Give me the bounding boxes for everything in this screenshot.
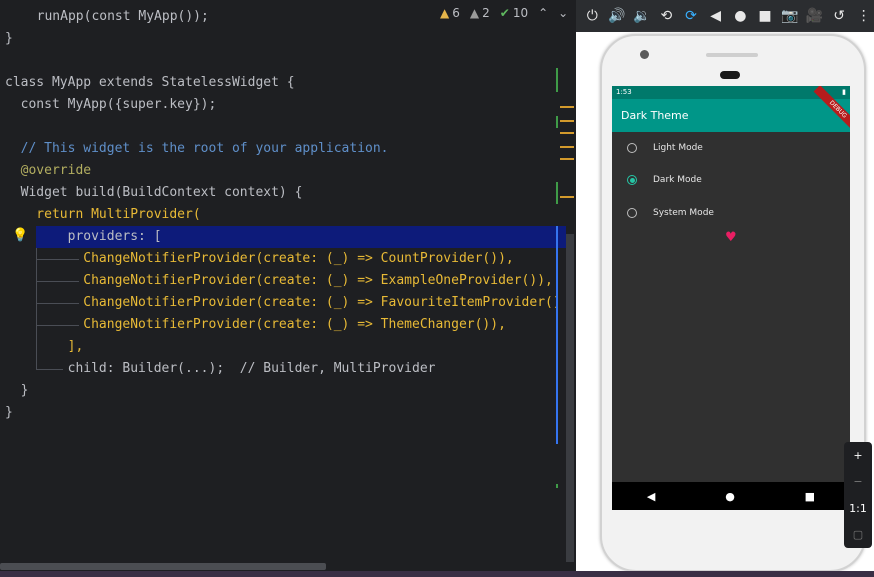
code-line[interactable]: ChangeNotifierProvider(create: (_) => Ex… bbox=[0, 270, 575, 292]
back-icon[interactable]: ◀ bbox=[705, 5, 726, 27]
indent-guide bbox=[37, 303, 79, 304]
radio-label: Light Mode bbox=[653, 143, 703, 153]
code-line[interactable]: const MyApp({super.key}); bbox=[0, 94, 575, 116]
code-line[interactable]: ChangeNotifierProvider(create: (_) => Fa… bbox=[0, 292, 575, 314]
radio-dark-mode[interactable]: Dark Mode bbox=[612, 164, 850, 196]
record-icon[interactable]: 🎥 bbox=[804, 5, 825, 27]
more-icon[interactable]: ⋮ bbox=[853, 5, 874, 27]
front-camera bbox=[640, 50, 649, 59]
code-line[interactable]: ChangeNotifierProvider(create: (_) => Co… bbox=[0, 248, 575, 270]
volume-up-icon[interactable]: 🔊 bbox=[607, 5, 628, 27]
rotate-left-icon[interactable]: ⟲ bbox=[656, 5, 677, 27]
radio-button[interactable] bbox=[627, 175, 637, 185]
bottom-strip bbox=[0, 571, 874, 577]
horizontal-scrollbar[interactable] bbox=[0, 562, 575, 571]
indent-guide bbox=[37, 325, 79, 326]
code-line[interactable]: class MyApp extends StatelessWidget { bbox=[0, 72, 575, 94]
radio-button[interactable] bbox=[627, 143, 637, 153]
change-marker[interactable] bbox=[556, 484, 558, 488]
indent-guide bbox=[37, 281, 79, 282]
code-comment: // This widget is the root of your appli… bbox=[5, 141, 389, 156]
code-line[interactable]: child: Builder(...); // Builder, MultiPr… bbox=[0, 358, 575, 380]
code-line[interactable]: return MultiProvider( bbox=[0, 204, 575, 226]
code-line[interactable]: ChangeNotifierProvider(create: (_) => Th… bbox=[0, 314, 575, 336]
speaker-grille bbox=[706, 53, 758, 57]
error-stripe-mark[interactable] bbox=[560, 196, 574, 198]
zoom-controls: + − 1:1 ▢ bbox=[844, 442, 872, 548]
emulator-panel: ⏻ 🔊 🔉 ⟲ ⟳ ◀ ● ■ 📷 🎥 ↺ ⋮ 1:53 ▮ Dark Them… bbox=[576, 0, 874, 572]
device-screen[interactable]: 1:53 ▮ Dark Theme DEBUG Light Mode Dark … bbox=[612, 86, 850, 510]
overview-icon[interactable]: ■ bbox=[755, 5, 776, 27]
code-line[interactable]: Widget build(BuildContext context) { bbox=[0, 182, 575, 204]
indent-guide bbox=[36, 248, 37, 370]
zoom-in-button[interactable]: + bbox=[848, 449, 868, 462]
zoom-out-button[interactable]: − bbox=[848, 475, 868, 488]
code-line[interactable]: runApp(const MyApp()); bbox=[0, 6, 575, 28]
emulator-toolbar: ⏻ 🔊 🔉 ⟲ ⟳ ◀ ● ■ 📷 🎥 ↺ ⋮ bbox=[576, 0, 874, 32]
change-marker[interactable] bbox=[556, 182, 558, 204]
code-line[interactable]: // This widget is the root of your appli… bbox=[0, 138, 575, 160]
error-stripe-mark[interactable] bbox=[560, 158, 574, 160]
error-stripe-mark[interactable] bbox=[560, 146, 574, 148]
code-line[interactable]: } bbox=[0, 28, 575, 50]
earpiece bbox=[720, 71, 740, 79]
scroll-thumb[interactable] bbox=[0, 563, 326, 570]
zoom-fit-icon[interactable]: ▢ bbox=[848, 528, 868, 541]
radio-button[interactable] bbox=[627, 208, 637, 218]
rotate-right-icon[interactable]: ⟳ bbox=[681, 5, 702, 27]
heart-icon: ♥ bbox=[725, 230, 737, 245]
status-time: 1:53 bbox=[616, 88, 632, 96]
app-title: Dark Theme bbox=[621, 109, 689, 122]
change-marker[interactable] bbox=[556, 116, 558, 128]
vertical-scrollbar[interactable] bbox=[566, 234, 574, 564]
change-marker[interactable] bbox=[556, 68, 558, 92]
intention-bulb-icon[interactable]: 💡 bbox=[12, 228, 28, 243]
zoom-actual-size-button[interactable]: 1:1 bbox=[848, 502, 868, 515]
radio-light-mode[interactable]: Light Mode bbox=[612, 132, 850, 164]
device-frame: 1:53 ▮ Dark Theme DEBUG Light Mode Dark … bbox=[600, 34, 866, 572]
indent-guide bbox=[37, 259, 79, 260]
nav-home-icon[interactable]: ● bbox=[725, 490, 735, 503]
volume-down-icon[interactable]: 🔉 bbox=[631, 5, 652, 27]
battery-icon: ▮ bbox=[842, 88, 846, 96]
radio-label: Dark Mode bbox=[653, 175, 702, 185]
nav-overview-icon[interactable]: ■ bbox=[805, 490, 815, 503]
code-line[interactable]: @override bbox=[0, 160, 575, 182]
app-bar: Dark Theme DEBUG bbox=[612, 86, 850, 134]
radio-label: System Mode bbox=[653, 208, 714, 218]
nav-back-icon[interactable]: ◀ bbox=[647, 490, 655, 503]
radio-system-mode[interactable]: System Mode bbox=[612, 197, 850, 229]
error-stripe-mark[interactable] bbox=[560, 132, 574, 134]
code-line[interactable]: } bbox=[0, 380, 575, 402]
error-stripe-mark[interactable] bbox=[560, 106, 574, 108]
code-line-current[interactable]: providers: [ bbox=[36, 226, 566, 248]
home-icon[interactable]: ● bbox=[730, 5, 751, 27]
annotation: @override bbox=[5, 163, 92, 178]
class-declaration: class MyApp extends StatelessWidget { bbox=[5, 75, 295, 90]
indent-guide bbox=[37, 369, 63, 370]
code-line[interactable]: } bbox=[0, 402, 575, 424]
navigation-bar: ◀ ● ■ bbox=[612, 482, 850, 510]
power-icon[interactable]: ⏻ bbox=[582, 5, 603, 27]
error-stripe-mark[interactable] bbox=[560, 120, 574, 122]
code-line[interactable]: ], bbox=[0, 336, 575, 358]
camera-icon[interactable]: 📷 bbox=[779, 5, 800, 27]
code-editor[interactable]: ▲ 6 ▲ 2 ✔ 10 ⌃ ⌄ runApp(const MyApp()); } c… bbox=[0, 0, 575, 577]
change-marker[interactable] bbox=[556, 226, 558, 444]
replay-icon[interactable]: ↺ bbox=[829, 5, 850, 27]
